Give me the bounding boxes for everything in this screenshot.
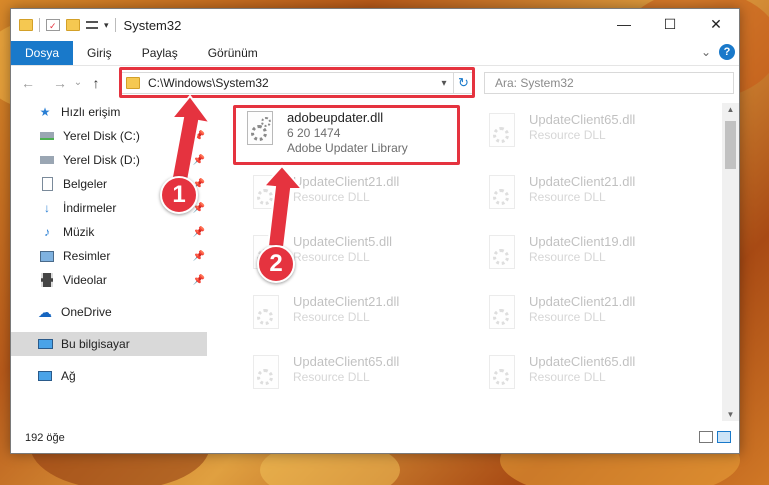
step-1-badge: 1 bbox=[160, 176, 198, 214]
step-2-badge: 2 bbox=[257, 245, 295, 283]
annotation-arrows bbox=[168, 94, 305, 249]
arrow-to-file bbox=[261, 164, 305, 249]
